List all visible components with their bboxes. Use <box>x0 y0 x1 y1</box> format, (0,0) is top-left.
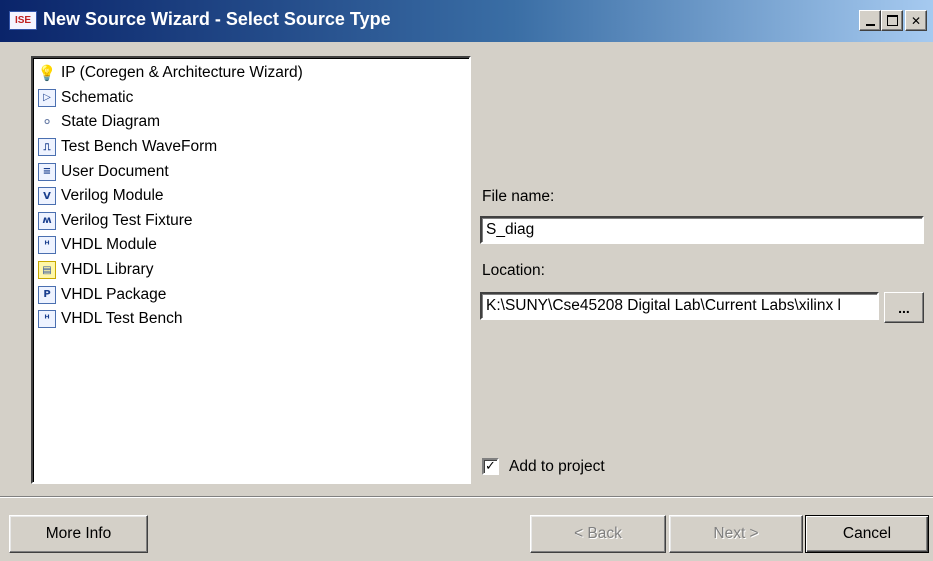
cancel-button[interactable]: Cancel <box>805 515 929 553</box>
location-input[interactable]: K:\SUNY\Cse45208 Digital Lab\Current Lab… <box>480 292 879 320</box>
vhdl-package-icon: P <box>38 285 56 304</box>
title-bar: ISE New Source Wizard - Select Source Ty… <box>0 0 933 42</box>
source-type-item[interactable]: ⚬ State Diagram <box>38 110 469 135</box>
location-label: Location: <box>482 262 545 279</box>
state-diagram-icon: ⚬ <box>40 113 54 132</box>
button-divider <box>0 496 933 498</box>
window-controls: ✕ <box>859 10 927 31</box>
source-type-item[interactable]: ᴴ VHDL Module <box>38 233 469 258</box>
waveform-icon: ⎍ <box>38 138 56 157</box>
vhdl-module-icon: ᴴ <box>38 236 56 255</box>
vhdl-library-icon: ▤ <box>38 261 56 280</box>
file-name-input[interactable]: S_diag <box>480 216 924 244</box>
source-type-label: VHDL Module <box>61 236 157 254</box>
source-type-label: IP (Coregen & Architecture Wizard) <box>61 64 303 82</box>
more-info-button[interactable]: More Info <box>9 515 148 553</box>
ise-app-icon: ISE <box>9 11 37 30</box>
maximize-button[interactable] <box>881 10 903 31</box>
verilog-module-icon: V <box>38 187 56 206</box>
lightbulb-icon: 💡 <box>37 64 57 83</box>
source-type-label: VHDL Package <box>61 285 167 303</box>
source-type-label: Test Bench WaveForm <box>61 138 218 156</box>
source-type-label: VHDL Library <box>61 261 154 279</box>
minimize-button[interactable] <box>859 10 881 31</box>
close-button[interactable]: ✕ <box>905 10 927 31</box>
source-type-item[interactable]: V Verilog Module <box>38 184 469 209</box>
source-type-label: Verilog Test Fixture <box>61 211 193 229</box>
add-to-project-label[interactable]: Add to project <box>509 458 605 476</box>
add-to-project-checkbox[interactable]: ✓ <box>482 458 499 475</box>
schematic-icon: ▷ <box>38 88 56 107</box>
document-icon: ≡ <box>38 162 56 181</box>
source-type-label: State Diagram <box>61 113 161 131</box>
source-type-item[interactable]: ▤ VHDL Library <box>38 258 469 283</box>
back-button[interactable]: < Back <box>530 515 666 553</box>
next-button[interactable]: Next > <box>669 515 803 553</box>
source-type-item[interactable]: ᴴ VHDL Test Bench <box>38 307 469 332</box>
source-type-item[interactable]: P VHDL Package <box>38 282 469 307</box>
source-type-label: Verilog Module <box>61 187 164 205</box>
source-type-item[interactable]: ʍ Verilog Test Fixture <box>38 209 469 234</box>
source-type-list[interactable]: 💡 IP (Coregen & Architecture Wizard) ▷ Sche… <box>31 56 471 484</box>
file-name-label: File name: <box>482 188 555 205</box>
source-type-item[interactable]: ⎍ Test Bench WaveForm <box>38 135 469 160</box>
window-title: New Source Wizard - Select Source Type <box>43 9 391 29</box>
source-type-item[interactable]: ▷ Schematic <box>38 86 469 111</box>
source-type-item[interactable]: ≡ User Document <box>38 159 469 184</box>
source-type-label: VHDL Test Bench <box>61 310 183 328</box>
source-type-label: Schematic <box>61 88 134 106</box>
verilog-test-fixture-icon: ʍ <box>38 211 56 230</box>
browse-button[interactable]: ... <box>884 292 924 323</box>
source-type-item[interactable]: 💡 IP (Coregen & Architecture Wizard) <box>38 61 469 86</box>
vhdl-test-bench-icon: ᴴ <box>38 310 56 329</box>
source-type-label: User Document <box>61 162 169 180</box>
